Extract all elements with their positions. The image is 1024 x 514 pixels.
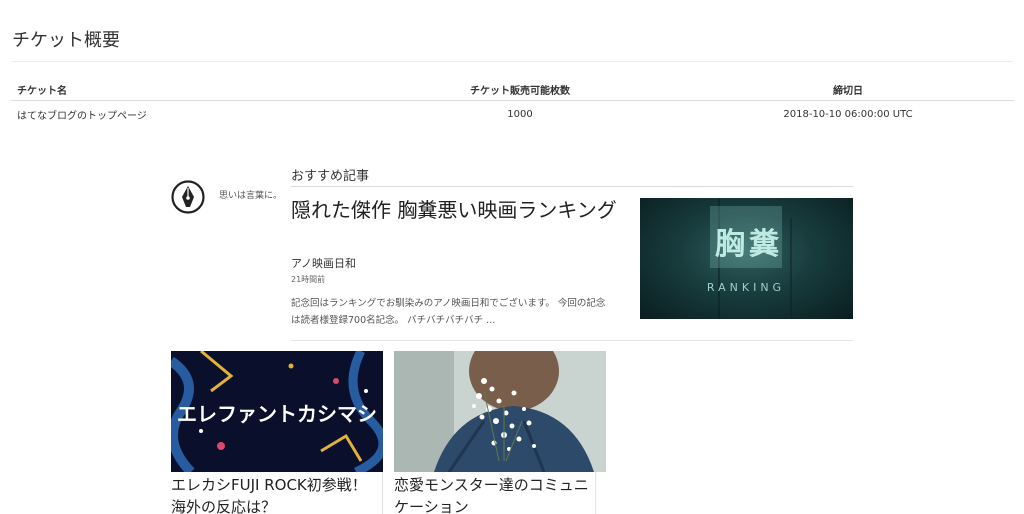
card-1-thumbnail[interactable]: エレファントカシマシ (171, 351, 383, 472)
thumb-ranking-text: RANKING (707, 281, 785, 294)
card-divider (595, 472, 596, 514)
ticket-name-cell: はてなブログのトップページ (17, 110, 147, 122)
table-row: はてなブログのトップページ 1000 2018-10-10 06:00:00 U… (11, 101, 1014, 128)
ticket-table: チケット名 チケット販売可能枚数 締切日 はてなブログのトップページ 1000 … (11, 78, 1014, 127)
ticket-deadline-cell: 2018-10-10 06:00:00 UTC (783, 108, 913, 120)
column-header-deadline: 締切日 (682, 78, 1014, 101)
recommend-heading: おすすめ記事 (291, 169, 370, 184)
featured-timestamp: 21時間前 (291, 275, 326, 284)
featured-blog-name[interactable]: アノ映画日和 (291, 255, 356, 271)
featured-divider (291, 340, 853, 341)
article-card-1[interactable]: エレファントカシマシ エレカシFUJI ROCK初参戦！海外の反応は？ (171, 351, 383, 514)
blog-tagline: 思いは言葉に。 (219, 191, 283, 201)
featured-thumbnail[interactable]: 胸 糞 RANKING (640, 198, 853, 319)
card-divider (382, 472, 383, 514)
card-2-thumbnail[interactable] (394, 351, 606, 472)
card-2-title[interactable]: 恋愛モンスター達のコミュニケーション (394, 472, 594, 514)
recommend-divider (291, 186, 853, 187)
thumb-kanji-2: 糞 (749, 227, 780, 262)
featured-excerpt: 記念回はランキングでお馴染みのアノ映画日和でございます。 今回の記念は読者様登録… (291, 298, 606, 326)
featured-thumbnail-art: 胸 糞 RANKING (707, 198, 792, 319)
article-card-2[interactable]: 恋愛モンスター達のコミュニケーション (394, 351, 606, 514)
page-title: チケット概要 (12, 30, 120, 51)
thumb-kanji-1: 胸 (715, 227, 745, 262)
pen-nib-icon[interactable] (171, 180, 205, 214)
title-divider (12, 61, 1013, 62)
ticket-table-header: チケット名 チケット販売可能枚数 締切日 (11, 78, 1014, 101)
card-1-thumb-text: エレファントカシマシ (177, 402, 377, 426)
column-header-ticket-name: チケット名 (11, 78, 358, 101)
column-header-available-count: チケット販売可能枚数 (358, 78, 682, 101)
featured-article-title[interactable]: 隠れた傑作 胸糞悪い映画ランキング (291, 197, 621, 224)
card-1-title[interactable]: エレカシFUJI ROCK初参戦！海外の反応は？ (171, 472, 371, 514)
card-2-thumbnail-art (394, 351, 606, 472)
ticket-count-cell: 1000 (507, 108, 533, 120)
card-1-thumbnail-art: エレファントカシマシ (171, 351, 383, 472)
